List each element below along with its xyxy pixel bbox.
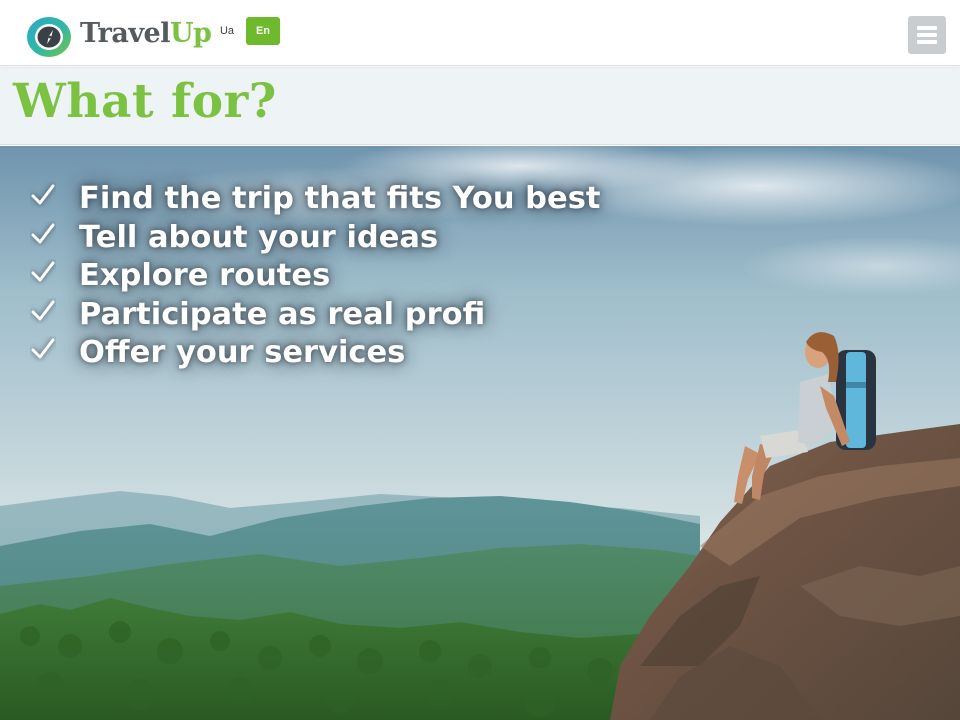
checkmark-icon	[31, 184, 55, 205]
benefit-text: Offer your services	[79, 335, 406, 370]
checkmark-icon	[31, 261, 55, 282]
brand-name-part-travel: Travel	[80, 18, 170, 49]
benefit-text: Explore routes	[79, 258, 331, 293]
hamburger-menu-icon	[917, 26, 937, 30]
brand-name-part-up: Up	[169, 18, 212, 49]
checkmark-icon	[31, 223, 55, 243]
language-ua-button[interactable]: Ua	[214, 17, 240, 45]
benefit-text: Participate as real profi	[79, 296, 486, 332]
language-en-button[interactable]: En	[246, 17, 280, 45]
checkmark-icon	[31, 300, 55, 320]
brand-name[interactable]: TravelUp	[80, 17, 212, 51]
compass-icon[interactable]	[26, 15, 74, 59]
benefit-text: Tell about your ideas	[79, 219, 439, 255]
section-title: What for?	[13, 74, 277, 129]
benefit-text: Find the trip that fits You best	[79, 181, 601, 216]
checkmark-icon	[31, 338, 55, 359]
hamburger-menu-button[interactable]	[908, 16, 946, 54]
top-navbar: TravelUp Ua En	[0, 0, 960, 66]
